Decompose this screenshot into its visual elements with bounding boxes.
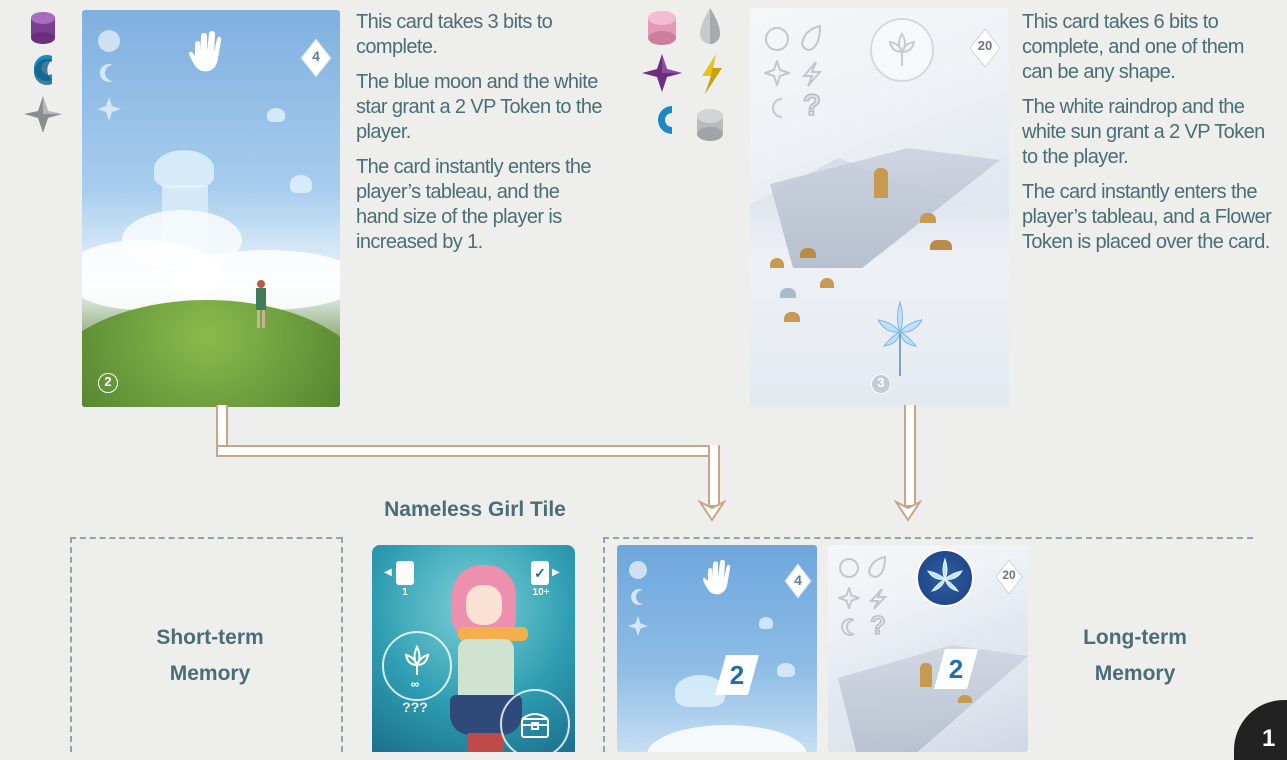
description-paragraph: The blue moon and the white star grant a…	[356, 71, 602, 143]
yellow-bolt-bit-icon	[702, 54, 722, 94]
village-huts	[770, 248, 860, 328]
jellyfish-small	[777, 663, 795, 677]
hand-icon	[701, 559, 735, 597]
blue-moon-bit-icon	[34, 55, 52, 85]
jellyfish-small-1	[267, 108, 285, 122]
flower-slot-icon	[870, 18, 934, 82]
grey-star-bit-icon	[24, 96, 62, 133]
top-right-description: This card takes 6 bits to complete, and …	[1022, 10, 1272, 265]
pink-circle-bit-icon	[648, 11, 676, 45]
girl-face	[466, 585, 502, 625]
points-value: 20	[1002, 568, 1016, 582]
jellyfish-illustration	[154, 150, 214, 188]
bit-icons-left-svg	[24, 12, 62, 133]
blue-flower-illustration	[870, 298, 930, 378]
arrow-left-head	[697, 499, 727, 522]
jellyfish-card-in-memory: 4 2	[617, 545, 817, 752]
bit-icons-right	[640, 6, 734, 156]
cost-moon-outline-icon	[840, 617, 860, 637]
girl-figure	[254, 280, 268, 330]
cost-bolt-outline-icon	[800, 60, 824, 88]
road	[838, 645, 1028, 752]
girl-legs	[468, 733, 504, 752]
short-term-border-left	[70, 537, 72, 752]
description-paragraph: The card instantly enters the player’s t…	[356, 156, 592, 253]
description-paragraph: This card takes 6 bits to complete, and …	[1022, 11, 1244, 83]
left-arrow-icon: ◀	[384, 567, 392, 578]
hut	[920, 213, 936, 223]
hut	[930, 240, 952, 250]
blue-moon-bit-icon	[658, 106, 672, 134]
arrow-right-down	[904, 405, 916, 507]
tower-hut	[920, 663, 932, 687]
tower-hut	[874, 168, 888, 198]
short-term-border-right	[341, 537, 343, 752]
check-card-badge-icon: ✓	[531, 561, 549, 585]
jellyfish-card: 4 2	[82, 10, 340, 407]
grey-raindrop-bit-icon	[700, 8, 720, 44]
short-term-border-top	[70, 537, 342, 539]
cost-circle-outline-icon	[838, 557, 860, 579]
points-value: 4	[312, 48, 320, 64]
vp-token[interactable]: 2	[715, 655, 759, 695]
snow-village-card: ? 20 3	[750, 8, 1009, 407]
points-value: 20	[977, 38, 993, 53]
left-badge-value: 1	[402, 587, 408, 598]
page-number: 1	[1262, 725, 1276, 752]
long-term-border-top	[603, 537, 1253, 539]
arrow-right-head	[893, 499, 923, 522]
cost-star-icon	[96, 96, 122, 122]
green-hill	[82, 300, 340, 407]
cost-star-outline-icon	[835, 584, 863, 612]
cost-star-icon	[627, 615, 649, 637]
right-arrow-icon: ▶	[552, 567, 560, 578]
description-paragraph: This card takes 3 bits to complete.	[356, 11, 553, 58]
cost-circle-icon	[98, 30, 120, 52]
cost-raindrop-outline-icon	[866, 555, 888, 579]
cost-bolt-outline-icon	[868, 587, 888, 611]
cost-circle-icon	[629, 561, 647, 579]
infinity-symbol: ∞	[410, 677, 420, 691]
nameless-girl-tile: 1 ◀ ✓ 10+ ▶ ∞ ???	[372, 545, 575, 752]
purple-circle-bit-icon	[31, 12, 55, 44]
left-card-badge-icon	[396, 561, 414, 585]
short-term-memory-label: Short-term Memory	[156, 626, 264, 685]
cost-circle-outline-icon	[764, 26, 790, 52]
tile-title: Nameless Girl Tile	[384, 498, 566, 521]
cost-star-outline-icon	[761, 57, 793, 89]
snow-village-card-in-memory: ? 20 2	[828, 545, 1028, 752]
cloud	[122, 210, 242, 270]
cost-moon-outline-icon	[766, 96, 790, 120]
right-badge-value: 10+	[532, 587, 550, 598]
top-left-description: This card takes 3 bits to complete. The …	[356, 10, 606, 265]
question-marks: ???	[402, 699, 428, 715]
purple-star-bit-icon	[642, 54, 682, 92]
bit-icons-left	[20, 8, 66, 158]
corner-number: 2	[104, 374, 112, 389]
hand-icon	[187, 30, 227, 74]
points-value: 4	[794, 572, 802, 588]
jellyfish-small-2	[290, 175, 312, 193]
arrow-left-down	[708, 445, 720, 507]
cloud	[647, 725, 807, 752]
cost-any-shape-icon: ?	[869, 610, 886, 640]
long-term-border-left	[603, 537, 605, 752]
flower-token-icon[interactable]	[916, 549, 974, 607]
arrow-left-horizontal	[216, 445, 718, 457]
corner-number: 3	[877, 375, 885, 390]
description-paragraph: The white raindrop and the white sun gra…	[1022, 96, 1265, 168]
long-term-memory-label: Long-term Memory	[1083, 626, 1187, 685]
cost-raindrop-outline-icon	[798, 24, 824, 52]
description-paragraph: The card instantly enters the player’s t…	[1022, 181, 1272, 253]
cost-moon-icon	[98, 62, 120, 84]
grey-circle-bit-icon	[697, 109, 723, 141]
hut	[958, 695, 972, 703]
cost-moon-icon	[629, 587, 649, 607]
cost-any-shape-icon: ?	[802, 89, 822, 123]
jellyfish-small	[759, 617, 773, 629]
treasure-chest-icon	[500, 689, 570, 752]
